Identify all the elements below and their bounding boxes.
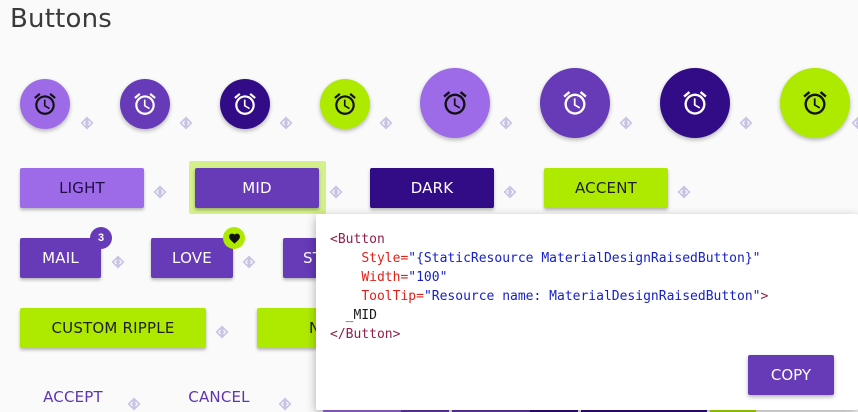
partial-button[interactable]: ST [283, 238, 317, 278]
code-hint-icon[interactable] [126, 396, 142, 412]
code-hint-icon[interactable] [278, 115, 294, 131]
code-style-value: "{StaticResource MaterialDesignRaisedBut… [408, 251, 761, 266]
light-button[interactable]: LIGHT [20, 168, 144, 208]
fab-mini-mid[interactable] [120, 79, 170, 129]
alarm-icon [443, 91, 467, 115]
code-tag-close: > [760, 289, 769, 304]
fab-mini-light[interactable] [20, 79, 70, 129]
love-badge [223, 227, 245, 249]
code-hint-icon[interactable] [277, 396, 293, 412]
code-open-tag: <Button [330, 232, 385, 247]
fab-mid[interactable] [540, 68, 610, 138]
code-hint-icon[interactable] [152, 184, 168, 200]
code-hint-icon[interactable] [241, 254, 257, 270]
copy-button[interactable]: COPY [748, 355, 834, 395]
alarm-icon [803, 91, 827, 115]
love-button[interactable]: LOVE [151, 238, 233, 278]
page-title: Buttons [10, 4, 113, 34]
dark-button[interactable]: DARK [370, 168, 494, 208]
xaml-snippet: <Button Style="{StaticResource MaterialD… [330, 230, 768, 344]
fab-mini-dark[interactable] [220, 79, 270, 129]
heart-icon [228, 233, 240, 244]
fab-light[interactable] [420, 68, 490, 138]
alarm-icon [683, 91, 707, 115]
code-hint-icon[interactable] [676, 184, 692, 200]
alarm-icon [34, 93, 56, 115]
alarm-icon [234, 93, 256, 115]
code-hint-icon[interactable] [502, 184, 518, 200]
alarm-icon [134, 93, 156, 115]
custom-ripple-button[interactable]: CUSTOM RIPPLE [20, 308, 206, 348]
code-hint-icon[interactable] [498, 115, 514, 131]
code-width-attr: Width= [361, 270, 409, 285]
code-tooltip-value: "Resource name: MaterialDesignRaisedButt… [423, 289, 761, 304]
alarm-icon [334, 93, 356, 115]
fab-dark[interactable] [660, 68, 730, 138]
code-popup: <Button Style="{StaticResource MaterialD… [316, 214, 858, 410]
alarm-icon [563, 91, 587, 115]
code-hint-icon[interactable] [110, 254, 126, 270]
mid-button[interactable]: MID [195, 168, 319, 208]
code-style-attr: Style= [361, 251, 409, 266]
code-content: _MID [345, 308, 377, 323]
code-close-tag: </Button> [330, 327, 401, 342]
code-hint-icon[interactable] [738, 115, 754, 131]
code-hint-icon[interactable] [328, 184, 344, 200]
fab-mini-accent[interactable] [320, 79, 370, 129]
code-hint-icon[interactable] [378, 115, 394, 131]
fab-accent[interactable] [780, 68, 850, 138]
accept-button[interactable]: ACCEPT [22, 382, 124, 412]
code-hint-icon[interactable] [79, 115, 95, 131]
cancel-button[interactable]: CANCEL [168, 382, 270, 412]
partial-button-label: ST [303, 249, 317, 267]
code-hint-icon[interactable] [618, 115, 634, 131]
code-tooltip-attr: ToolTip= [361, 289, 424, 304]
code-width-value: "100" [408, 270, 448, 285]
partial-accent-button[interactable]: N [257, 308, 317, 348]
code-hint-icon[interactable] [850, 115, 858, 131]
mail-button[interactable]: MAIL [20, 238, 101, 278]
accent-button[interactable]: ACCENT [544, 168, 668, 208]
mail-badge: 3 [90, 227, 112, 249]
code-hint-icon[interactable] [178, 115, 194, 131]
code-hint-icon[interactable] [214, 324, 230, 340]
